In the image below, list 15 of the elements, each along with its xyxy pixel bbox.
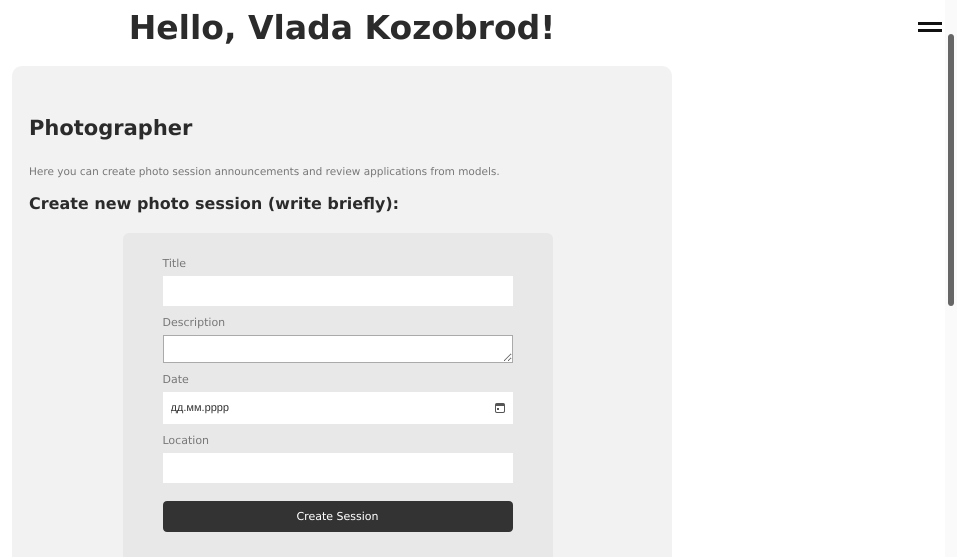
greeting-heading: Hello, Vlada Kozobrod! <box>128 8 556 48</box>
card-title: Photographer <box>29 116 194 140</box>
scrollbar-thumb[interactable] <box>948 34 954 306</box>
calendar-icon[interactable] <box>494 403 504 413</box>
field-label: Description <box>162 316 226 329</box>
date-field[interactable]: дд.мм.рррр <box>162 392 512 424</box>
description-field[interactable] <box>162 335 512 363</box>
field-label: Date <box>162 373 189 386</box>
scrollbar[interactable] <box>945 0 957 557</box>
field-label: Location <box>162 434 210 447</box>
menu-icon[interactable] <box>918 21 942 33</box>
field-label: Title <box>162 257 186 270</box>
create-session-button[interactable]: Create Session <box>162 501 512 532</box>
form-title: Create new photo session (write briefly): <box>29 194 400 213</box>
card-description: Here you can create photo session announcements and review applications from models. <box>29 166 501 178</box>
